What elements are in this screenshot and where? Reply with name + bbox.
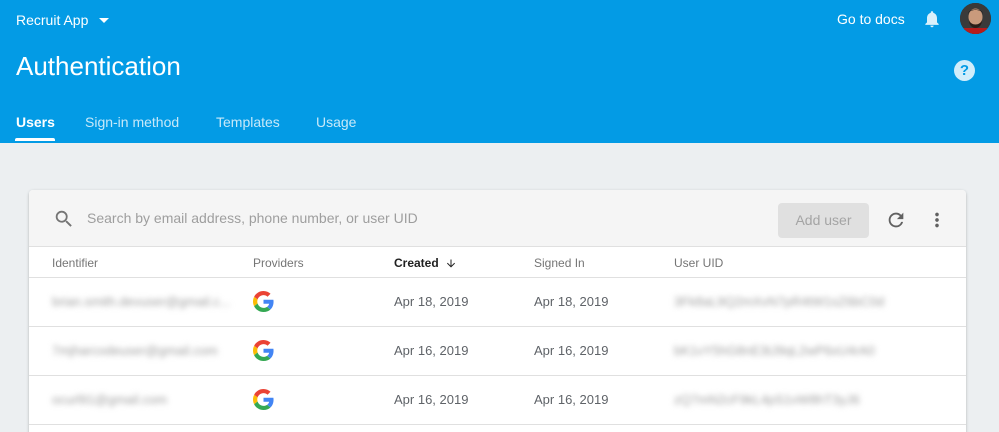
go-to-docs-link[interactable]: Go to docs: [837, 11, 905, 27]
signed-in-cell: Apr 16, 2019: [534, 343, 609, 358]
active-tab-indicator: [15, 138, 55, 141]
created-cell: Apr 16, 2019: [394, 343, 469, 358]
avatar[interactable]: [960, 3, 991, 34]
tab-bar: Users Sign-in method Templates Usage: [0, 110, 999, 143]
identifier-cell: brian.smith.devuser@gmail.c...: [52, 294, 231, 309]
add-user-button[interactable]: Add user: [778, 203, 869, 238]
google-icon: [253, 340, 274, 361]
tab-users[interactable]: Users: [16, 114, 55, 130]
column-header-created-label: Created: [394, 256, 439, 270]
search-icon: [55, 210, 72, 227]
user-uid-cell: zQ7mN2cF9kL4pS1vW8hT3yJ6: [674, 392, 860, 407]
search-input[interactable]: [87, 206, 687, 230]
table-header: Identifier Providers Created Signed In U…: [29, 247, 966, 278]
table-row[interactable]: 7mjharcodeuser@gmail.com Apr 16, 2019 Ap…: [29, 327, 966, 376]
created-cell: Apr 18, 2019: [394, 294, 469, 309]
column-header-user-uid[interactable]: User UID: [674, 256, 723, 270]
created-cell: Apr 16, 2019: [394, 392, 469, 407]
avatar-image: [960, 3, 991, 34]
table-row[interactable]: ocurl91@gmail.com Apr 16, 2019 Apr 16, 2…: [29, 376, 966, 425]
more-vert-icon[interactable]: [926, 209, 948, 231]
help-icon[interactable]: ?: [954, 60, 975, 81]
column-header-identifier[interactable]: Identifier: [52, 256, 98, 270]
arrow-down-icon: [446, 259, 455, 267]
signed-in-cell: Apr 18, 2019: [534, 294, 609, 309]
tab-usage[interactable]: Usage: [316, 114, 356, 130]
project-selector[interactable]: Recruit App: [16, 11, 110, 29]
column-header-created[interactable]: Created: [394, 256, 457, 270]
column-header-providers: Providers: [253, 256, 304, 270]
google-icon: [253, 291, 274, 312]
identifier-cell: 7mjharcodeuser@gmail.com: [52, 343, 218, 358]
chevron-down-icon: [99, 17, 110, 23]
google-icon: [253, 389, 274, 410]
user-uid-cell: bK1vY5hG8nE3tJ9qL2wP6xU4rA0: [674, 343, 875, 358]
users-card: Add user Identifier Providers Created Si…: [29, 190, 966, 432]
project-name: Recruit App: [16, 12, 89, 28]
page-title: Authentication: [16, 51, 181, 81]
tab-sign-in-method[interactable]: Sign-in method: [85, 114, 179, 130]
refresh-icon[interactable]: [885, 209, 907, 231]
identifier-cell: ocurl91@gmail.com: [52, 392, 168, 407]
user-uid-cell: 3Fk8aL9Q2mXvN7pR4tW1sZ6bC0d: [674, 294, 885, 309]
tab-templates[interactable]: Templates: [216, 114, 280, 130]
users-toolbar: Add user: [29, 190, 966, 247]
app-header: Recruit App Go to docs Authentication ? …: [0, 0, 999, 143]
signed-in-cell: Apr 16, 2019: [534, 392, 609, 407]
table-row[interactable]: brian.smith.devuser@gmail.c... Apr 18, 2…: [29, 278, 966, 327]
column-header-signed-in[interactable]: Signed In: [534, 256, 585, 270]
bell-icon[interactable]: [922, 9, 942, 29]
